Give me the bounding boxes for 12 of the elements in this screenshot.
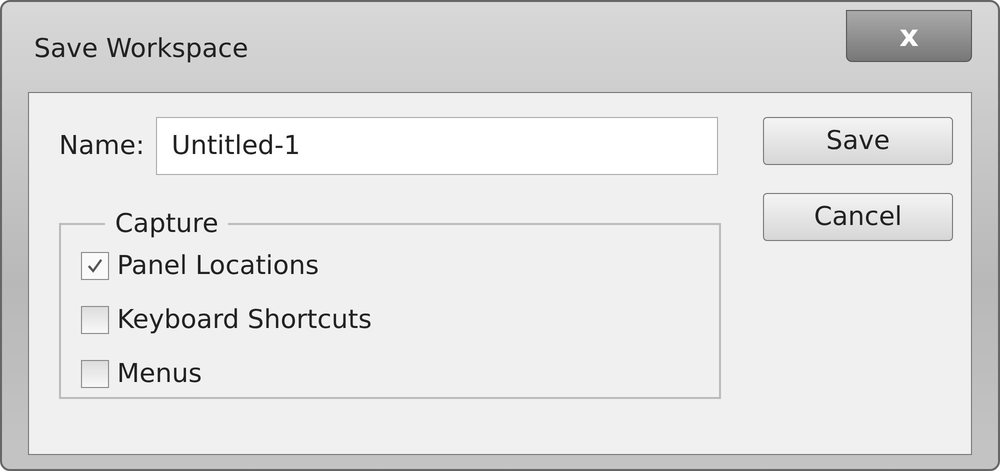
dialog-button[interactable]: Cancel (763, 193, 953, 241)
checkbox-label[interactable]: Keyboard Shortcuts (117, 305, 372, 335)
name-field[interactable]: Untitled-1 (156, 117, 718, 175)
name-label: Name: (59, 131, 144, 161)
checkbox[interactable] (81, 360, 109, 388)
dialog-button[interactable]: Save (763, 117, 953, 165)
checkbox[interactable] (81, 252, 109, 280)
checkbox-label[interactable]: Panel Locations (117, 251, 319, 281)
checkbox-label[interactable]: Menus (117, 359, 202, 389)
checkbox[interactable] (81, 306, 109, 334)
window-title: Save Workspace (34, 34, 248, 64)
group-legend: Capture (105, 209, 228, 239)
